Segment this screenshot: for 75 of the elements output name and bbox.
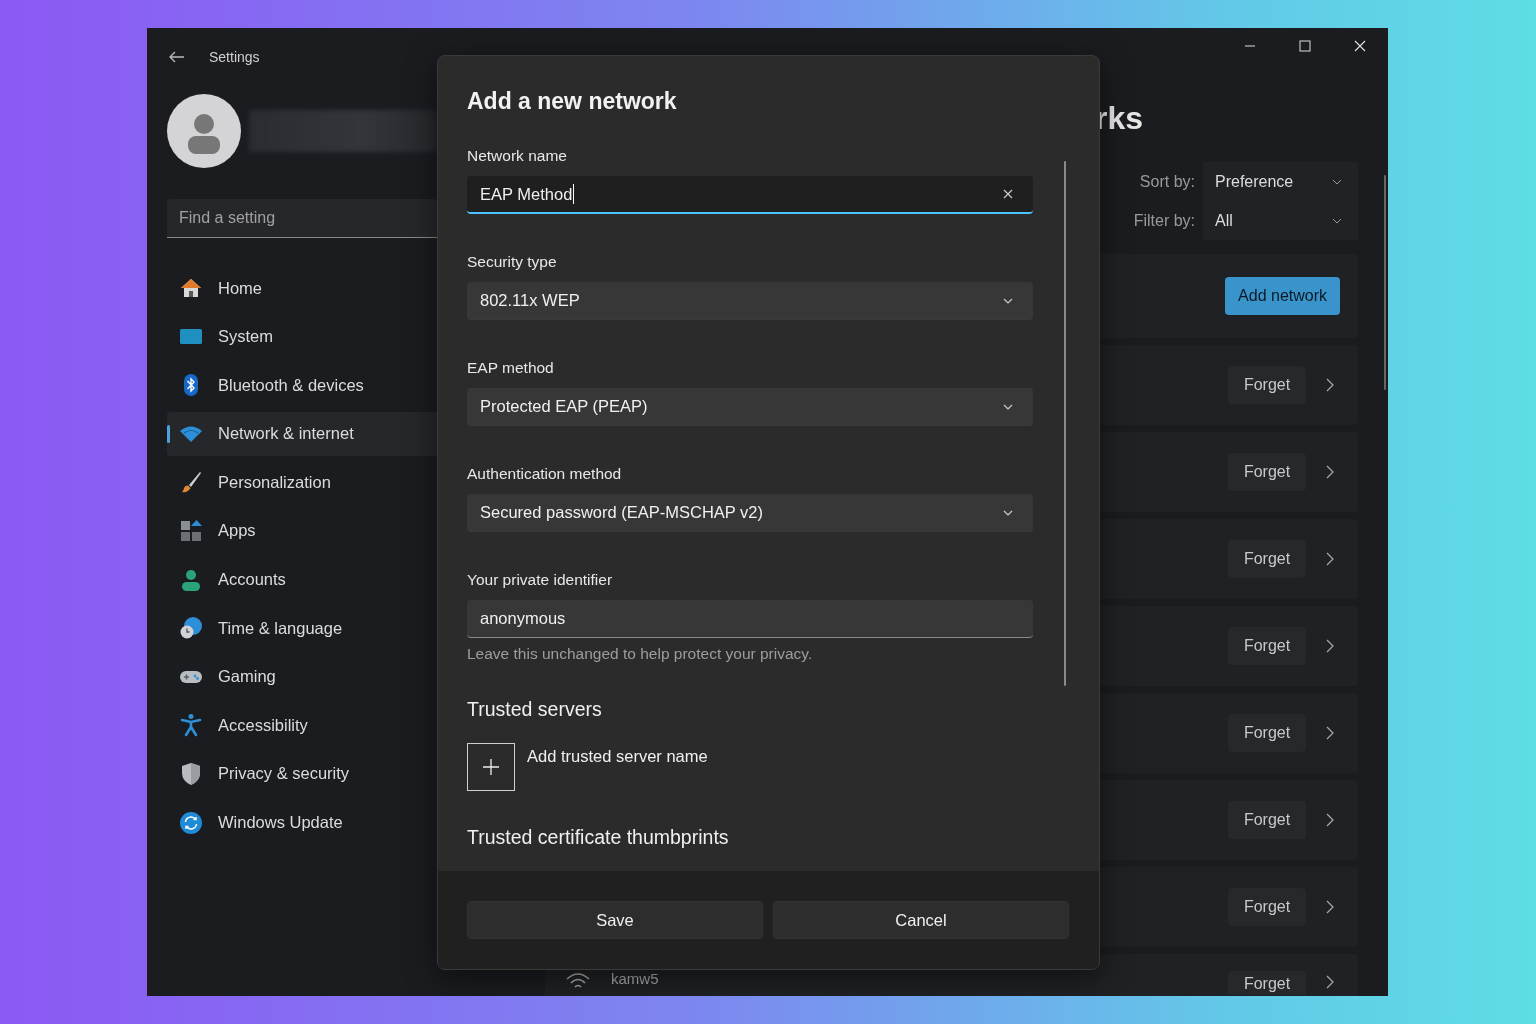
forget-button[interactable]: Forget bbox=[1228, 714, 1306, 752]
nav-item[interactable]: Time & language bbox=[167, 606, 437, 651]
field-label: Security type bbox=[467, 252, 558, 272]
dropdown[interactable]: 802.11x WEP bbox=[467, 282, 1033, 320]
dropdown[interactable]: Secured password (EAP-MSCHAP v2) bbox=[467, 494, 1033, 532]
field-label: Network name bbox=[467, 146, 568, 166]
nav-item[interactable]: Accessibility bbox=[167, 703, 437, 748]
brush-icon bbox=[179, 470, 203, 495]
chevron-right-icon[interactable] bbox=[1326, 639, 1334, 653]
nav-item[interactable]: Gaming bbox=[167, 654, 437, 699]
maximize-icon[interactable] bbox=[1299, 40, 1311, 52]
filter-dropdown[interactable]: All bbox=[1203, 201, 1358, 240]
chevron-down-icon bbox=[1332, 178, 1342, 185]
sort-label: Sort by: bbox=[1138, 172, 1195, 192]
chevron-down-icon bbox=[1003, 403, 1013, 410]
chevron-right-icon[interactable] bbox=[1326, 726, 1334, 740]
chevron-right-icon[interactable] bbox=[1326, 813, 1334, 827]
chevron-down-icon bbox=[1003, 509, 1013, 516]
dropdown[interactable]: Protected EAP (PEAP) bbox=[467, 388, 1033, 426]
sort-dropdown[interactable]: Preference bbox=[1203, 162, 1358, 201]
nav-item[interactable]: Privacy & security bbox=[167, 751, 437, 796]
text-field[interactable]: anonymous bbox=[467, 600, 1033, 638]
forget-button[interactable]: Forget bbox=[1228, 540, 1306, 578]
person-icon bbox=[179, 567, 203, 592]
nav-item[interactable]: Accounts bbox=[167, 557, 437, 602]
forget-button[interactable]: Forget bbox=[1228, 627, 1306, 665]
plus-icon bbox=[483, 759, 499, 775]
chevron-right-icon[interactable] bbox=[1326, 900, 1334, 914]
forget-button[interactable]: Forget bbox=[1228, 453, 1306, 491]
forget-button[interactable]: Forget bbox=[1228, 366, 1306, 404]
nav-item[interactable]: Bluetooth & devices bbox=[167, 363, 437, 408]
sync-icon bbox=[179, 810, 203, 835]
search-field[interactable]: Find a setting bbox=[167, 199, 437, 238]
section-heading: Trusted certificate thumbprints bbox=[467, 825, 730, 850]
field-label: Authentication method bbox=[467, 464, 623, 484]
chevron-right-icon[interactable] bbox=[1326, 465, 1334, 479]
forget-button[interactable]: Forget bbox=[1228, 888, 1306, 926]
forget-button[interactable]: Forget bbox=[1228, 971, 1306, 995]
field-label: Your private identifier bbox=[467, 570, 614, 590]
chevron-right-icon[interactable] bbox=[1326, 378, 1334, 392]
home-icon bbox=[179, 276, 203, 300]
nav-item[interactable]: Apps bbox=[167, 508, 437, 553]
window-title: Settings bbox=[209, 49, 260, 65]
back-icon[interactable] bbox=[169, 51, 185, 63]
text-field[interactable]: EAP Method bbox=[467, 176, 1033, 214]
forget-button[interactable]: Forget bbox=[1228, 801, 1306, 839]
add-server-button[interactable] bbox=[467, 743, 515, 791]
network-name: kamw5 bbox=[611, 971, 659, 987]
nav-item[interactable]: Network & internet bbox=[167, 411, 437, 456]
dialog-button[interactable]: Save bbox=[467, 901, 763, 939]
filter-label: Filter by: bbox=[1133, 211, 1195, 231]
shield-icon bbox=[179, 761, 203, 786]
globe-clock-icon bbox=[179, 616, 203, 641]
scrollbar[interactable] bbox=[1384, 175, 1386, 390]
add-server-label: Add trusted server name bbox=[527, 746, 708, 767]
chevron-down-icon bbox=[1332, 217, 1342, 224]
apps-icon bbox=[179, 518, 203, 543]
avatar-icon bbox=[167, 94, 241, 168]
field-label: EAP method bbox=[467, 358, 555, 378]
help-text: Leave this unchanged to help protect your privacy. bbox=[467, 645, 814, 663]
add-network-button[interactable]: Add network bbox=[1225, 277, 1340, 315]
chevron-down-icon bbox=[1003, 297, 1013, 304]
dialog-button[interactable]: Cancel bbox=[773, 901, 1069, 939]
clear-icon[interactable] bbox=[1003, 189, 1013, 199]
scrollbar[interactable] bbox=[1064, 161, 1066, 686]
section-heading: Trusted servers bbox=[467, 697, 603, 722]
nav-item[interactable]: Home bbox=[167, 266, 437, 310]
nav-item[interactable]: Personalization bbox=[167, 460, 437, 505]
chevron-right-icon[interactable] bbox=[1326, 552, 1334, 566]
dialog-title: Add a new network bbox=[467, 87, 678, 116]
chevron-right-icon[interactable] bbox=[1326, 975, 1334, 989]
nav-item[interactable]: Windows Update bbox=[167, 800, 437, 845]
accessibility-icon bbox=[179, 713, 203, 738]
close-icon[interactable] bbox=[1354, 40, 1366, 52]
nav-item[interactable]: System bbox=[167, 314, 437, 359]
